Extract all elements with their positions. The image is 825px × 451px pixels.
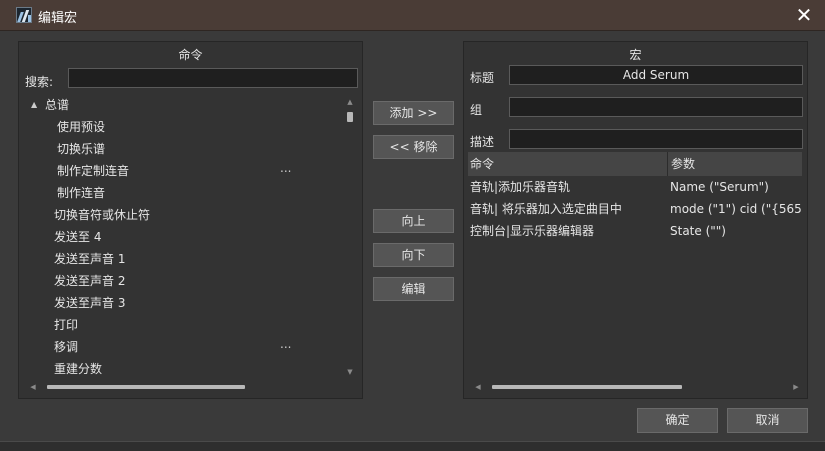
search-input[interactable] [68, 68, 358, 88]
macro-table-hscroll[interactable]: ◀ ▶ [472, 380, 802, 394]
window-title: 编辑宏 [38, 11, 78, 26]
remove-button[interactable]: << 移除 [373, 135, 454, 159]
ok-button[interactable]: 确定 [637, 408, 718, 433]
scroll-left-icon[interactable]: ◀ [472, 380, 484, 394]
tree-item[interactable]: 切换乐谱 [23, 138, 345, 160]
tree-item[interactable]: 移调... [23, 336, 345, 358]
tree-item[interactable]: 制作定制连音... [23, 160, 345, 182]
row-params: mode ("1") cid ("{565354 [670, 202, 802, 216]
description-label: 描述 [470, 135, 495, 149]
row-command: 音轨|添加乐器音轨 [470, 180, 571, 194]
hscroll-thumb[interactable] [492, 385, 682, 389]
tree-item[interactable]: 重建分数 [23, 358, 345, 380]
table-row[interactable]: 音轨| 将乐器加入选定曲目中 mode ("1") cid ("{565354 [468, 198, 802, 220]
tree-item[interactable]: 制作连音 [23, 182, 345, 204]
column-header-params[interactable]: 参数 [669, 152, 802, 176]
tree-item[interactable]: ▲ 总谱 [23, 94, 345, 116]
row-command: 控制台|显示乐器编辑器 [470, 224, 595, 238]
macro-header: 宏 [629, 48, 642, 62]
tree-item[interactable]: 发送至 4 [23, 226, 345, 248]
scroll-left-icon[interactable]: ◀ [27, 380, 39, 394]
more-options-icon[interactable]: ... [280, 157, 291, 179]
tree-item-label: 制作定制连音 [57, 164, 130, 178]
table-row[interactable]: 控制台|显示乐器编辑器 State ("") [468, 220, 802, 242]
tree-item-label: 切换乐谱 [57, 142, 106, 156]
column-header-command[interactable]: 命令 [468, 152, 667, 176]
tree-item[interactable]: 发送至声音 1 [23, 248, 345, 270]
move-down-button[interactable]: 向下 [373, 243, 454, 267]
scroll-right-icon[interactable]: ▶ [790, 380, 802, 394]
table-header: 命令 参数 [468, 152, 802, 176]
tree-item[interactable]: 发送至声音 3 [23, 292, 345, 314]
command-tree-vscroll[interactable]: ▲ ▼ [343, 96, 357, 378]
search-label: 搜索: [25, 75, 54, 89]
close-icon[interactable]: ✕ [793, 3, 815, 27]
tree-item[interactable]: 使用预设 [23, 116, 345, 138]
title-label: 标题 [470, 71, 495, 85]
hscroll-thumb[interactable] [47, 385, 245, 389]
add-button[interactable]: 添加 >> [373, 101, 454, 125]
row-params: State ("") [670, 224, 726, 238]
macro-panel: 宏 标题 组 描述 命令 参数 音轨|添加乐器音轨Name ("Serum")音… [463, 41, 808, 399]
command-tree-hscroll[interactable]: ◀ [27, 380, 341, 394]
expand-arrow-icon[interactable]: ▲ [31, 94, 37, 116]
tree-item[interactable]: 发送至声音 2 [23, 270, 345, 292]
app-icon [16, 7, 32, 23]
tree-item[interactable]: 打印 [23, 314, 345, 336]
macro-description-input[interactable] [509, 129, 803, 149]
tree-item-label: 制作连音 [57, 186, 106, 200]
table-row[interactable]: 音轨|添加乐器音轨 Name ("Serum") [468, 176, 802, 198]
tree-item-label: 重建分数 [54, 362, 103, 376]
tree-item-label: 切换音符或休止符 [54, 208, 151, 222]
tree-item-label: 打印 [54, 318, 79, 332]
scroll-down-icon[interactable]: ▼ [343, 366, 357, 378]
tree-item-label: 发送至 4 [54, 230, 102, 244]
cancel-button[interactable]: 取消 [727, 408, 808, 433]
title-bar: 编辑宏 ✕ [0, 0, 825, 31]
macro-group-input[interactable] [509, 97, 803, 117]
edit-button[interactable]: 编辑 [373, 277, 454, 301]
tree-item-label: 总谱 [45, 98, 70, 112]
commands-panel: 命令 搜索: ▲ 总谱使用预设切换乐谱制作定制连音... 制作连音切换音符或休止符发… [18, 41, 363, 399]
tree-item[interactable]: 切换音符或休止符 [23, 204, 345, 226]
tree-item-label: 使用预设 [57, 120, 106, 134]
more-options-icon[interactable]: ... [280, 333, 291, 355]
move-up-button[interactable]: 向上 [373, 209, 454, 233]
commands-header: 命令 [178, 48, 203, 62]
tree-item-label: 发送至声音 2 [54, 274, 126, 288]
tree-item-label: 移调 [54, 340, 79, 354]
row-command: 音轨| 将乐器加入选定曲目中 [470, 202, 622, 216]
scroll-thumb[interactable] [347, 112, 353, 122]
command-tree: ▲ 总谱使用预设切换乐谱制作定制连音... 制作连音切换音符或休止符 发送至 4 发送至… [23, 94, 345, 380]
bottom-strip [0, 441, 825, 451]
group-label: 组 [470, 103, 483, 117]
scroll-up-icon[interactable]: ▲ [343, 96, 357, 108]
tree-item-label: 发送至声音 1 [54, 252, 126, 266]
macro-title-input[interactable] [509, 65, 803, 85]
tree-item-label: 发送至声音 3 [54, 296, 126, 310]
row-params: Name ("Serum") [670, 180, 769, 194]
